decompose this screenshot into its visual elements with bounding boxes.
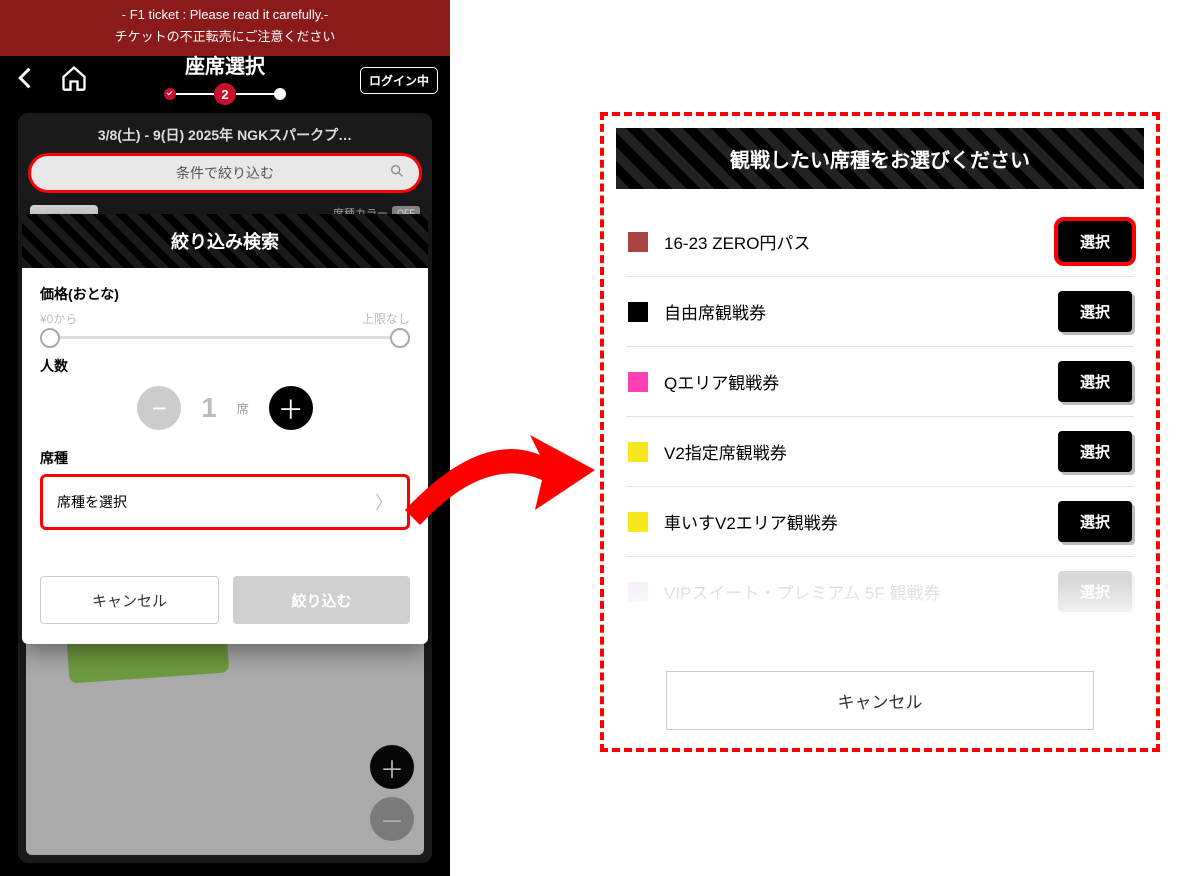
- seat-color-swatch: [628, 372, 648, 392]
- seat-type-panel-title: 観戦したい席種をお選びください: [616, 128, 1144, 189]
- seat-color-swatch: [628, 302, 648, 322]
- banner-line-2: チケットの不正転売にご注意ください: [0, 26, 450, 48]
- seat-type-select[interactable]: 席種を選択 〉: [40, 474, 410, 530]
- seat-select-button[interactable]: 選択: [1058, 571, 1132, 612]
- seat-type-name: V2指定席観戦券: [664, 439, 1042, 464]
- seat-type-placeholder: 席種を選択: [57, 492, 127, 512]
- filter-modal: 絞り込み検索 価格(おとな) ¥0から 上限なし 人数 − 1 席 ＋ 席種 席…: [22, 214, 428, 644]
- step-1-dot: [164, 88, 176, 100]
- qty-value: 1: [201, 392, 217, 424]
- filter-bar-label: 条件で絞り込む: [176, 163, 274, 183]
- seat-type-panel: 観戦したい席種をお選びください 16-23 ZERO円パス選択自由席観戦券選択Q…: [600, 112, 1160, 752]
- filter-bar[interactable]: 条件で絞り込む: [28, 153, 422, 193]
- step-current: 2: [214, 83, 236, 105]
- step-3-dot: [274, 88, 286, 100]
- seat-type-name: 16-23 ZERO円パス: [664, 229, 1042, 254]
- seat-select-button[interactable]: 選択: [1058, 431, 1132, 472]
- price-min: ¥0から: [40, 310, 77, 327]
- seat-type-row: 16-23 ZERO円パス選択: [626, 207, 1134, 277]
- filter-cancel-button[interactable]: キャンセル: [40, 576, 219, 624]
- seat-select-button[interactable]: 選択: [1058, 291, 1132, 332]
- login-status-chip[interactable]: ログイン中: [360, 67, 438, 94]
- seat-color-swatch: [628, 582, 648, 602]
- banner-line-1: - F1 ticket : Please read it carefully.-: [0, 4, 450, 26]
- seat-select-button[interactable]: 選択: [1058, 501, 1132, 542]
- qty-minus-button[interactable]: −: [137, 386, 181, 430]
- chevron-right-icon: 〉: [375, 489, 393, 515]
- seat-color-swatch: [628, 232, 648, 252]
- seat-type-name: 自由席観戦券: [664, 299, 1042, 324]
- seat-color-swatch: [628, 442, 648, 462]
- home-icon[interactable]: [60, 64, 88, 97]
- quantity-stepper: − 1 席 ＋: [40, 386, 410, 430]
- seat-type-list: 16-23 ZERO円パス選択自由席観戦券選択Qエリア観戦券選択V2指定席観戦券…: [616, 189, 1144, 661]
- event-title: 3/8(土) - 9(日) 2025年 NGKスパークプ…: [26, 121, 424, 153]
- price-label: 価格(おとな): [40, 284, 410, 304]
- seat-select-button[interactable]: 選択: [1058, 221, 1132, 262]
- search-icon: [389, 163, 405, 184]
- qty-label: 人数: [40, 356, 410, 376]
- price-thumb-min[interactable]: [40, 328, 60, 348]
- price-slider[interactable]: ¥0から 上限なし: [40, 310, 410, 356]
- tutorial-arrow: [400, 400, 600, 540]
- top-nav: 座席選択 2 ログイン中: [0, 56, 450, 105]
- seat-type-row: V2指定席観戦券選択: [626, 417, 1134, 487]
- seat-type-row: VIPスイート・プレミアム 5F 観戦券選択: [626, 557, 1134, 626]
- seat-type-row: Qエリア観戦券選択: [626, 347, 1134, 417]
- qty-plus-button[interactable]: ＋: [269, 386, 313, 430]
- seat-type-label: 席種: [40, 448, 410, 468]
- zoom-out-button[interactable]: －: [370, 797, 414, 841]
- seat-type-cancel-button[interactable]: キャンセル: [666, 671, 1094, 730]
- seat-select-button[interactable]: 選択: [1058, 361, 1132, 402]
- notice-banner: - F1 ticket : Please read it carefully.-…: [0, 0, 450, 56]
- price-max: 上限なし: [362, 310, 410, 327]
- filter-modal-title: 絞り込み検索: [22, 214, 428, 268]
- zoom-in-button[interactable]: ＋: [370, 745, 414, 789]
- seat-type-name: VIPスイート・プレミアム 5F 観戦券: [664, 579, 1042, 604]
- seat-type-name: 車いすV2エリア観戦券: [664, 509, 1042, 534]
- filter-apply-button[interactable]: 絞り込む: [233, 576, 410, 624]
- seat-type-name: Qエリア観戦券: [664, 369, 1042, 394]
- seat-type-row: 車いすV2エリア観戦券選択: [626, 487, 1134, 557]
- qty-unit: 席: [237, 400, 249, 417]
- price-thumb-max[interactable]: [390, 328, 410, 348]
- seat-color-swatch: [628, 512, 648, 532]
- seat-type-row: 自由席観戦券選択: [626, 277, 1134, 347]
- back-icon[interactable]: [12, 64, 40, 97]
- phone-screen: - F1 ticket : Please read it carefully.-…: [0, 0, 450, 876]
